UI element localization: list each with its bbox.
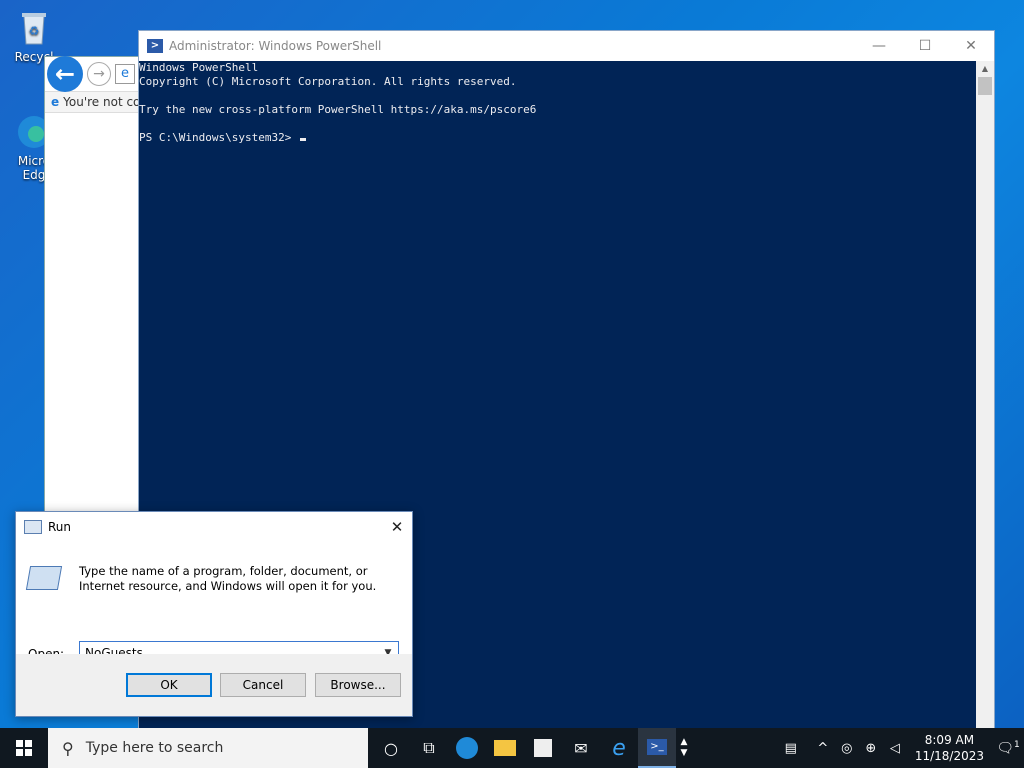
vertical-scrollbar[interactable]: ▲ (976, 61, 994, 729)
run-titlebar[interactable]: Run ✕ (16, 512, 412, 542)
scroll-up-icon[interactable]: ▲ (976, 61, 994, 77)
run-body: Type the name of a program, folder, docu… (16, 542, 412, 664)
chevron-updown-icon[interactable]: ▲ ▼ (676, 728, 692, 768)
ie-logo-icon: e (115, 64, 135, 84)
run-dialog: Run ✕ Type the name of a program, folder… (15, 511, 413, 717)
svg-text:♻: ♻ (29, 24, 40, 38)
taskbar: ⚲ Type here to search ○ ⧉ ✉ e >_ ▲ ▼ ▤ ^ … (0, 728, 1024, 768)
clock[interactable]: 8:09 AM 11/18/2023 (907, 732, 992, 764)
window-title: Administrator: Windows PowerShell (169, 39, 382, 53)
meet-icon[interactable]: ◎ (835, 741, 859, 756)
console-prompt: PS C:\Windows\system32> (139, 131, 298, 144)
text-cursor (299, 138, 306, 141)
forward-arrow-icon[interactable]: → (87, 62, 111, 86)
close-icon[interactable]: ✕ (382, 512, 412, 542)
search-icon: ⚲ (62, 738, 74, 758)
console-prompt-line: PS C:\Windows\system32> (139, 131, 976, 145)
ok-button[interactable]: OK (126, 673, 212, 697)
clock-time: 8:09 AM (924, 733, 975, 747)
taskbar-search[interactable]: ⚲ Type here to search (48, 728, 368, 768)
ie-taskbar-icon[interactable]: e (600, 728, 638, 768)
notifications-icon: 🗨 (996, 740, 1015, 757)
run-description: Type the name of a program, folder, docu… (79, 564, 377, 593)
system-tray: ▤ ^ ◎ ⊕ ◁ 8:09 AM 11/18/2023 🗨1 (779, 728, 1024, 768)
edge-taskbar-icon[interactable] (448, 728, 486, 768)
ie-tab-label: You're not co (63, 95, 141, 109)
powershell-taskbar-icon[interactable]: >_ (638, 728, 676, 768)
console-line: Try the new cross-platform PowerShell ht… (139, 103, 537, 116)
notifications-button[interactable]: 🗨1 (992, 740, 1024, 757)
back-arrow-icon[interactable]: ← (47, 56, 83, 92)
task-view-icon[interactable]: ⧉ (410, 728, 448, 768)
clock-date: 11/18/2023 (914, 749, 984, 763)
minimize-button[interactable]: — (856, 31, 902, 61)
ie-tab-icon: e (51, 95, 60, 109)
notification-count: 1 (1014, 739, 1020, 750)
close-button[interactable]: ✕ (948, 31, 994, 61)
run-title-icon (24, 520, 42, 534)
keyboard-icon[interactable]: ▤ (779, 741, 803, 756)
powershell-titlebar[interactable]: > Administrator: Windows PowerShell — ☐ … (139, 31, 994, 61)
cortana-icon[interactable]: ○ (372, 728, 410, 768)
console-line: Copyright (C) Microsoft Corporation. All… (139, 75, 517, 88)
dialog-title: Run (48, 520, 72, 534)
mail-icon[interactable]: ✉ (562, 728, 600, 768)
volume-muted-icon[interactable]: ◁ (883, 741, 907, 756)
browse-button[interactable]: Browse... (315, 673, 401, 697)
console-line: Windows PowerShell (139, 61, 259, 74)
maximize-button[interactable]: ☐ (902, 31, 948, 61)
chevron-up-icon[interactable]: ^ (811, 741, 835, 756)
run-footer: OK Cancel Browse... (16, 654, 412, 716)
recycle-bin-icon: ♻ (14, 8, 54, 48)
store-icon[interactable] (524, 728, 562, 768)
file-explorer-icon[interactable] (486, 728, 524, 768)
start-button[interactable] (0, 728, 48, 768)
search-placeholder: Type here to search (85, 740, 224, 756)
network-icon[interactable]: ⊕ (859, 741, 883, 756)
windows-logo-icon (16, 740, 32, 756)
cancel-button[interactable]: Cancel (220, 673, 306, 697)
run-icon (25, 566, 63, 590)
scroll-thumb[interactable] (978, 77, 992, 95)
powershell-icon: > (147, 39, 163, 53)
